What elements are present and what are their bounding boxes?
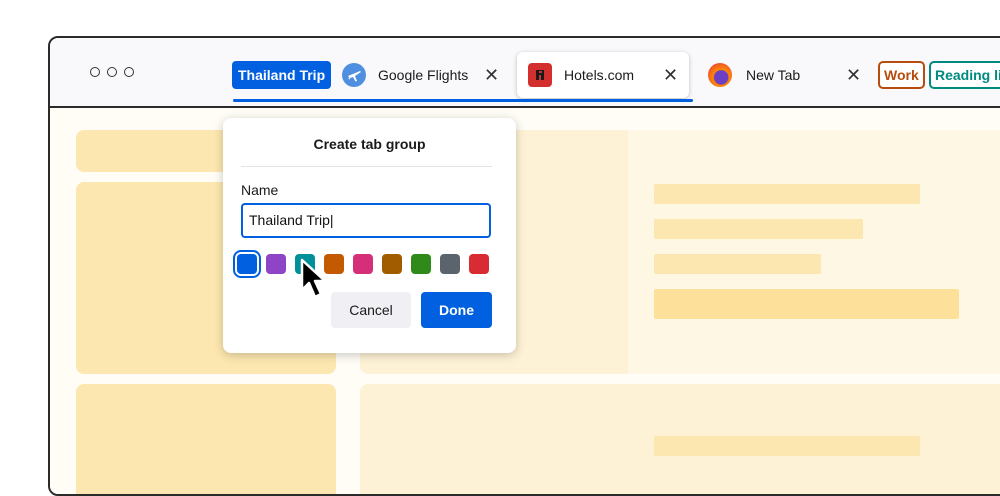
- cancel-button[interactable]: Cancel: [331, 292, 411, 328]
- close-icon[interactable]: ✕: [663, 65, 678, 86]
- tab-label: Google Flights: [378, 67, 469, 83]
- window-control-close[interactable]: [90, 67, 100, 77]
- page-content: [50, 108, 1000, 494]
- placeholder-line: [654, 254, 821, 274]
- window-control-minimize[interactable]: [107, 67, 117, 77]
- tab-group-reading-list[interactable]: Reading lis: [929, 61, 1000, 89]
- color-swatch[interactable]: [382, 254, 402, 274]
- tab-label: New Tab: [746, 67, 801, 83]
- tab-new-tab[interactable]: New Tab ✕: [708, 52, 868, 98]
- window-control-maximize[interactable]: [124, 67, 134, 77]
- tab-group-label[interactable]: Thailand Trip: [232, 61, 332, 89]
- tab-group-underline: [233, 99, 693, 102]
- placeholder-line: [654, 289, 959, 319]
- create-tab-group-popup: Create tab group Name Thailand Trip| Can…: [223, 118, 516, 353]
- placeholder-block: [76, 384, 336, 494]
- hotels-com-icon: [528, 63, 552, 87]
- group-name-input[interactable]: Thailand Trip|: [241, 203, 491, 238]
- browser-window: Thailand Trip Google Flights ✕ Hotels.co…: [48, 36, 1000, 496]
- close-icon[interactable]: ✕: [484, 65, 499, 86]
- tab-google-flights[interactable]: Google Flights ✕: [342, 52, 512, 98]
- name-label: Name: [241, 182, 279, 198]
- placeholder-line: [654, 219, 863, 239]
- done-button[interactable]: Done: [421, 292, 492, 328]
- google-flights-icon: [342, 63, 366, 87]
- mouse-cursor-icon: [300, 258, 330, 305]
- popup-title: Create tab group: [313, 136, 426, 152]
- color-swatch[interactable]: [266, 254, 286, 274]
- color-swatch[interactable]: [440, 254, 460, 274]
- tab-bar: Thailand Trip Google Flights ✕ Hotels.co…: [50, 38, 1000, 108]
- placeholder-line: [654, 184, 920, 204]
- color-swatches: [233, 250, 489, 278]
- color-swatch[interactable]: [353, 254, 373, 274]
- close-icon[interactable]: ✕: [846, 65, 861, 86]
- tab-hotels-com[interactable]: Hotels.com ✕: [517, 52, 689, 98]
- divider: [241, 166, 492, 167]
- tab-group-work[interactable]: Work: [878, 61, 925, 89]
- color-swatch[interactable]: [469, 254, 489, 274]
- color-swatch[interactable]: [411, 254, 431, 274]
- firefox-icon: [708, 63, 732, 87]
- window-controls: [90, 67, 134, 77]
- color-swatch[interactable]: [233, 250, 261, 278]
- tab-label: Hotels.com: [564, 67, 635, 83]
- placeholder-line: [654, 436, 920, 456]
